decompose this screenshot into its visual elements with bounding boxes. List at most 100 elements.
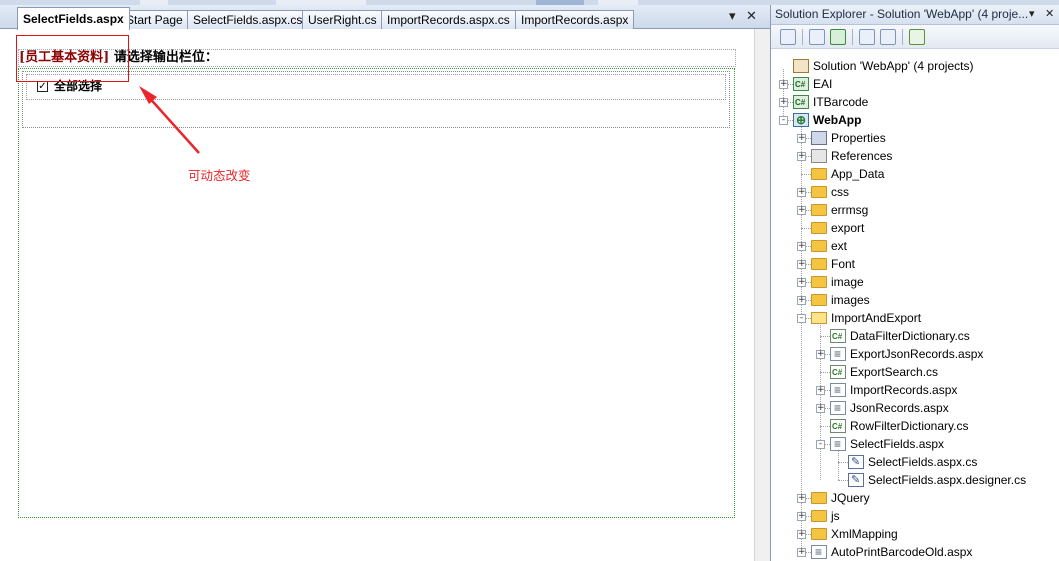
collapse-icon[interactable]: -: [816, 440, 825, 449]
editor-tab-bar: SelectFields.aspx Start Page SelectField…: [0, 5, 770, 30]
tree-node-label: SelectFields.aspx: [850, 437, 945, 451]
tab-importrecords-aspx-cs[interactable]: ImportRecords.aspx.cs: [381, 10, 516, 29]
tab-selectfields-aspx-cs[interactable]: SelectFields.aspx.cs: [187, 10, 309, 29]
tree-node-label: DataFilterDictionary.cs: [850, 329, 970, 343]
view-code-icon[interactable]: [859, 29, 875, 45]
arrow-shaft: [145, 93, 200, 154]
tree-guide-line: [801, 228, 811, 229]
aspx-file-icon: [830, 399, 846, 417]
solution-explorer-title-text: Solution Explorer - Solution 'WebApp' (4…: [775, 7, 1029, 21]
folder-icon: [811, 240, 827, 252]
tree-node-label: ExportJsonRecords.aspx: [850, 347, 984, 361]
tab-importrecords-aspx[interactable]: ImportRecords.aspx: [515, 10, 635, 29]
folder-icon: [811, 510, 827, 522]
tree-node-label: export: [831, 221, 865, 235]
document-editor: SelectFields.aspx Start Page SelectField…: [0, 5, 770, 561]
tree-node-label: css: [831, 185, 849, 199]
expand-icon[interactable]: +: [779, 98, 788, 107]
expand-icon[interactable]: +: [797, 296, 806, 305]
class-diagram-icon[interactable]: [909, 29, 925, 45]
view-designer-icon[interactable]: [880, 29, 896, 45]
folder-icon: [811, 186, 827, 198]
solution-explorer-title: Solution Explorer - Solution 'WebApp' (4…: [771, 5, 1059, 25]
toolbar-separator: [852, 29, 853, 45]
expand-icon[interactable]: +: [797, 260, 806, 269]
expand-icon[interactable]: +: [797, 242, 806, 251]
tree-node-label: images: [831, 293, 870, 307]
show-all-files-icon[interactable]: [809, 29, 825, 45]
toolbar-separator: [902, 29, 903, 45]
folder-icon: [811, 258, 827, 270]
tree-guide-line: [838, 462, 848, 463]
solution-icon: [793, 59, 809, 73]
expand-icon[interactable]: +: [779, 80, 788, 89]
expand-icon[interactable]: +: [797, 278, 806, 287]
aspx-file-icon: [811, 543, 827, 561]
annotation-note: 可动态改变: [188, 168, 251, 183]
tree-node-label: errmsg: [831, 203, 869, 217]
tree-guide-line: [783, 69, 784, 120]
properties-icon[interactable]: [780, 29, 796, 45]
code-file-icon: [848, 471, 864, 489]
references-icon: [811, 149, 827, 163]
cs-file-icon: [830, 328, 846, 346]
tree-node-label: References: [831, 149, 893, 163]
tree-node-label: ext: [831, 239, 848, 253]
tab-selectfields-aspx[interactable]: SelectFields.aspx: [17, 7, 130, 30]
expand-icon[interactable]: +: [797, 512, 806, 521]
expand-icon[interactable]: +: [816, 386, 825, 395]
tab-dropdown-icon[interactable]: ▾: [729, 9, 736, 25]
folder-icon: [811, 204, 827, 216]
tab-userright-cs[interactable]: UserRight.cs: [302, 10, 383, 29]
aspx-file-icon: [830, 381, 846, 399]
expand-icon[interactable]: +: [816, 350, 825, 359]
tree-node-label: ImportRecords.aspx: [850, 383, 958, 397]
solution-explorer-toolbar: [771, 25, 1059, 49]
aspx-file-icon: [830, 345, 846, 363]
close-icon[interactable]: ✕: [746, 9, 757, 25]
tab-start-page[interactable]: Start Page: [120, 10, 189, 29]
properties-icon: [811, 131, 827, 145]
cs-file-icon: [830, 418, 846, 436]
folder-icon: [811, 276, 827, 288]
tree-guide-line: [801, 174, 811, 175]
tree-guide-line: [820, 426, 830, 427]
cs-file-icon: [830, 364, 846, 382]
refresh-icon[interactable]: [830, 29, 846, 45]
folder-icon: [811, 492, 827, 504]
expand-icon[interactable]: +: [797, 494, 806, 503]
tree-guide-line: [820, 321, 821, 480]
annotation-arrow: [139, 86, 200, 154]
expand-icon[interactable]: +: [797, 188, 806, 197]
folder-open-icon: [811, 312, 827, 324]
expand-icon[interactable]: +: [816, 404, 825, 413]
arrow-head: [139, 86, 157, 104]
project-icon: [793, 76, 809, 94]
tree-node-label: image: [831, 275, 864, 289]
web-project-icon: [793, 111, 809, 129]
tree-node-label: Properties: [831, 131, 886, 145]
expand-icon[interactable]: +: [797, 206, 806, 215]
tree-node-label: ITBarcode: [813, 95, 869, 109]
tree-node-label: Font: [831, 257, 856, 271]
folder-icon: [811, 222, 827, 234]
expand-icon[interactable]: +: [797, 134, 806, 143]
expand-icon[interactable]: +: [797, 152, 806, 161]
aspx-file-icon: [830, 435, 846, 453]
window-position-icon[interactable]: ▾: [1029, 5, 1035, 24]
expand-icon[interactable]: +: [797, 530, 806, 539]
expand-icon[interactable]: +: [797, 548, 806, 557]
folder-icon: [811, 294, 827, 306]
tree-node-label: JQuery: [831, 491, 870, 505]
editor-vertical-scrollbar[interactable]: [754, 29, 770, 561]
design-surface[interactable]: [员工基本资料] 请选择输出栏位： ✓ 全部选择 可动态改变: [0, 29, 754, 561]
collapse-icon[interactable]: -: [797, 314, 806, 323]
tree-node-label: XmlMapping: [831, 527, 898, 541]
tree-guide-line: [820, 372, 830, 373]
solution-explorer: Solution Explorer - Solution 'WebApp' (4…: [770, 5, 1059, 561]
collapse-icon[interactable]: -: [779, 116, 788, 125]
tree-guide-line: [838, 480, 848, 481]
close-icon[interactable]: ✕: [1045, 5, 1054, 24]
tree-node-label: ImportAndExport: [831, 311, 922, 325]
tree-node-label: WebApp: [813, 113, 862, 127]
